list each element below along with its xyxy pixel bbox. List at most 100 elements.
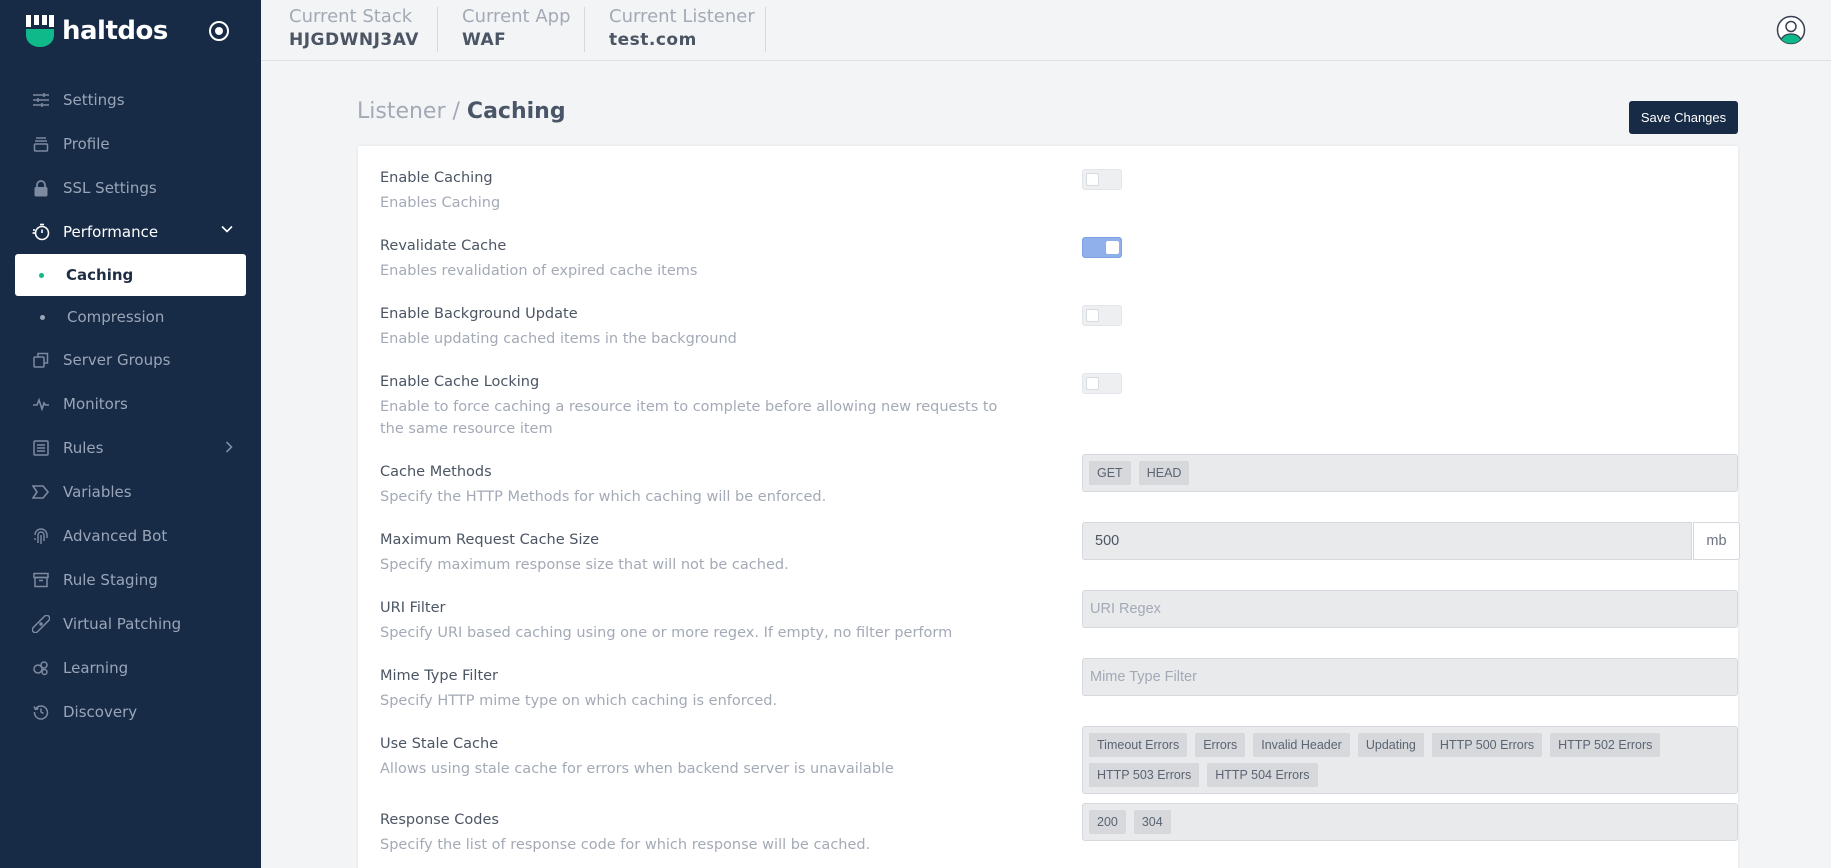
sidebar-item-label: Compression <box>67 308 165 326</box>
lock-icon <box>32 179 50 197</box>
current-app[interactable]: Current App WAF <box>462 6 571 50</box>
breadcrumb-separator: / <box>445 99 467 124</box>
stale-tag[interactable]: HTTP 503 Errors <box>1089 763 1200 787</box>
input-placeholder: URI Regex <box>1090 601 1161 617</box>
current-stack[interactable]: Current Stack HJGDWNJ3AV <box>289 6 419 50</box>
setting-cache-locking: Enable Cache Locking Enable to force cac… <box>380 373 1720 440</box>
tag-icon <box>32 483 50 501</box>
method-tag[interactable]: HEAD <box>1138 461 1190 485</box>
stale-tag[interactable]: Updating <box>1357 733 1424 757</box>
sidebar-item-label: Variables <box>63 483 132 501</box>
sidebar-item-label: Learning <box>63 659 129 677</box>
context-label: Current App <box>462 6 571 27</box>
sidebar-subitem-caching[interactable]: Caching <box>15 254 246 296</box>
breadcrumb: Listener / Caching <box>357 99 566 124</box>
sidebar-item-label: SSL Settings <box>63 179 157 197</box>
setting-cache-methods: Cache Methods Specify the HTTP Methods f… <box>380 454 1738 508</box>
stale-tag[interactable]: Errors <box>1195 733 1246 757</box>
code-tag[interactable]: 304 <box>1133 810 1171 834</box>
sidebar-item-label: Rules <box>63 439 104 457</box>
sidebar-item-discovery[interactable]: Discovery <box>0 690 261 734</box>
sidebar-item-ssl-settings[interactable]: SSL Settings <box>0 166 261 210</box>
setting-revalidate-cache: Revalidate Cache Enables revalidation of… <box>380 237 1720 282</box>
sidebar-item-label: Rule Staging <box>63 571 158 589</box>
context-label: Current Stack <box>289 6 413 27</box>
setting-description: Allows using stale cache for errors when… <box>380 761 894 777</box>
setting-label: Enable Cache Locking <box>380 374 540 390</box>
response-codes-input[interactable]: 200 304 <box>1082 803 1738 841</box>
enable-caching-toggle[interactable] <box>1082 169 1122 190</box>
setting-label: Enable Caching <box>380 170 493 186</box>
setting-description: Specify maximum response size that will … <box>380 557 789 573</box>
bandage-icon <box>32 615 50 633</box>
sidebar-item-server-groups[interactable]: Server Groups <box>0 338 261 382</box>
stale-tag[interactable]: Timeout Errors <box>1089 733 1188 757</box>
layers-icon <box>32 135 50 153</box>
list-icon <box>32 439 50 457</box>
sidebar-item-performance[interactable]: Performance <box>0 210 261 254</box>
method-tag[interactable]: GET <box>1089 461 1131 485</box>
context-value: WAF <box>462 30 507 50</box>
setting-response-codes: Response Codes Specify the list of respo… <box>380 803 1738 856</box>
stale-tag[interactable]: HTTP 502 Errors <box>1550 733 1661 757</box>
sidebar-toggle-icon[interactable] <box>209 21 229 41</box>
stale-tag[interactable]: Invalid Header <box>1253 733 1350 757</box>
setting-max-cache-size: Maximum Request Cache Size Specify maxim… <box>380 522 1740 576</box>
sidebar-item-settings[interactable]: Settings <box>0 78 261 122</box>
divider <box>584 7 585 52</box>
setting-description: Specify the list of response code for wh… <box>380 837 871 853</box>
sidebar-item-learning[interactable]: Learning <box>0 646 261 690</box>
chevron-down-icon <box>221 225 233 233</box>
breadcrumb-parent[interactable]: Listener <box>357 99 446 124</box>
setting-label: Enable Background Update <box>380 306 578 322</box>
stale-tag[interactable]: HTTP 504 Errors <box>1207 763 1318 787</box>
sidebar-item-monitors[interactable]: Monitors <box>0 382 261 426</box>
toggle-knob <box>1086 309 1099 322</box>
sidebar-item-profile[interactable]: Profile <box>0 122 261 166</box>
setting-description: Specify URI based caching using one or m… <box>380 625 953 641</box>
page-title: Caching <box>466 99 566 124</box>
revalidate-cache-toggle[interactable] <box>1082 237 1122 258</box>
setting-stale-cache: Use Stale Cache Allows using stale cache… <box>380 726 1738 794</box>
sidebar-item-rules[interactable]: Rules <box>0 426 261 470</box>
sidebar-item-variables[interactable]: Variables <box>0 470 261 514</box>
sidebar-item-rule-staging[interactable]: Rule Staging <box>0 558 261 602</box>
context-value: HJGDWNJ3AV <box>289 30 419 50</box>
setting-description: Specify the HTTP Methods for which cachi… <box>380 489 827 505</box>
sliders-icon <box>32 91 50 109</box>
input-value: 500 <box>1095 533 1120 549</box>
current-listener[interactable]: Current Listener test.com <box>609 6 755 50</box>
divider <box>765 7 766 52</box>
setting-description: Enables Caching <box>380 195 501 211</box>
setting-mime-filter: Mime Type Filter Specify HTTP mime type … <box>380 658 1738 712</box>
background-update-toggle[interactable] <box>1082 305 1122 326</box>
sidebar-nav: Settings Profile SSL Settings Performanc… <box>0 78 261 734</box>
setting-description: Enables revalidation of expired cache it… <box>380 263 698 279</box>
archive-icon <box>32 571 50 589</box>
sidebar-item-label: Virtual Patching <box>63 615 182 633</box>
pulse-icon <box>32 395 50 413</box>
fingerprint-icon <box>32 527 50 545</box>
haltdos-logo-icon <box>26 15 54 47</box>
cache-methods-input[interactable]: GET HEAD <box>1082 454 1738 492</box>
max-cache-size-input[interactable]: 500 mb <box>1082 522 1740 560</box>
toggle-knob <box>1086 377 1099 390</box>
sidebar-item-label: Caching <box>66 266 134 284</box>
cache-locking-toggle[interactable] <box>1082 373 1122 394</box>
stale-tag[interactable]: HTTP 500 Errors <box>1431 733 1543 757</box>
sidebar-item-label: Server Groups <box>63 351 171 369</box>
user-avatar-icon[interactable] <box>1776 15 1806 45</box>
sidebar-item-advanced-bot[interactable]: Advanced Bot <box>0 514 261 558</box>
stale-cache-input[interactable]: Timeout Errors Errors Invalid Header Upd… <box>1082 726 1738 794</box>
brand[interactable]: haltdos <box>26 14 168 48</box>
mime-filter-input[interactable]: Mime Type Filter <box>1082 658 1738 696</box>
uri-filter-input[interactable]: URI Regex <box>1082 590 1738 628</box>
save-changes-button[interactable]: Save Changes <box>1629 101 1738 134</box>
code-tag[interactable]: 200 <box>1089 810 1126 834</box>
chevron-right-icon <box>225 441 233 453</box>
top-header: Current Stack HJGDWNJ3AV Current App WAF… <box>261 0 1831 61</box>
sidebar-item-virtual-patching[interactable]: Virtual Patching <box>0 602 261 646</box>
history-icon <box>32 703 50 721</box>
sidebar-subitem-compression[interactable]: Compression <box>0 296 261 338</box>
sidebar-item-label: Performance <box>63 223 159 241</box>
